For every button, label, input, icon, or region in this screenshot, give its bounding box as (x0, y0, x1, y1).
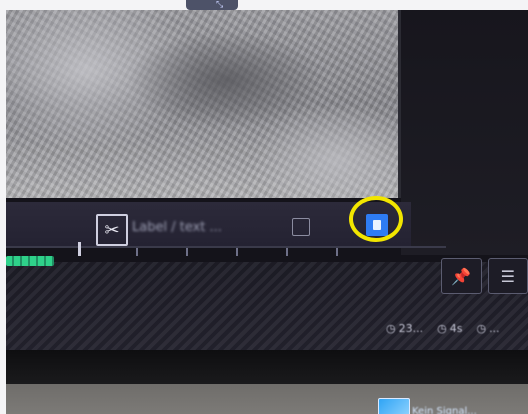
timecode-text: 4s (449, 321, 463, 335)
list-icon[interactable]: ☰ (487, 258, 528, 294)
timeline-tick (236, 248, 238, 256)
side-icons: 📌 ☰ (441, 258, 528, 294)
right-panel (401, 10, 528, 255)
video-preview (6, 10, 401, 198)
progress-bar (6, 256, 54, 266)
timeline-tick (186, 248, 188, 256)
clock-icon: ◷ (386, 321, 396, 335)
timecode-text: ... (489, 321, 500, 335)
timecode-3: ◷ ... (476, 318, 499, 338)
clock-icon: ◷ (437, 321, 447, 335)
monitor-bezel (6, 350, 528, 384)
playhead[interactable] (78, 242, 81, 256)
monitor-photo: ✂ Label / text ... 📌 ☰ ◷ 23... ◷ 4s ◷ ..… (6, 10, 528, 414)
scissors-icon: ✂ (104, 219, 120, 241)
timeline-tick (336, 248, 338, 256)
label-field[interactable]: Label / text ... (132, 216, 302, 240)
timeline-tick (286, 248, 288, 256)
highlight-ring (349, 196, 403, 242)
timecodes: ◷ 23... ◷ 4s ◷ ... (386, 318, 528, 338)
timecode-2: ◷ 4s (437, 318, 462, 338)
taskbar-app-icon[interactable] (378, 398, 410, 414)
timeline-tick (136, 248, 138, 256)
timeline[interactable] (6, 246, 446, 264)
field-checkbox[interactable] (292, 218, 310, 236)
screen: ✂ Label / text ... 📌 ☰ ◷ 23... ◷ 4s ◷ ..… (6, 10, 528, 350)
cut-button[interactable]: ✂ (96, 214, 128, 246)
top-tab[interactable]: ⤡ (186, 0, 238, 10)
tray-label: Kein Signal... (412, 406, 477, 414)
clock-icon: ◷ (476, 321, 487, 335)
timecode-1: ◷ 23... (386, 318, 423, 338)
maximize-arrow-icon: ⤡ (216, 0, 224, 10)
timecode-text: 23... (398, 321, 424, 335)
pin-icon[interactable]: 📌 (441, 258, 482, 294)
